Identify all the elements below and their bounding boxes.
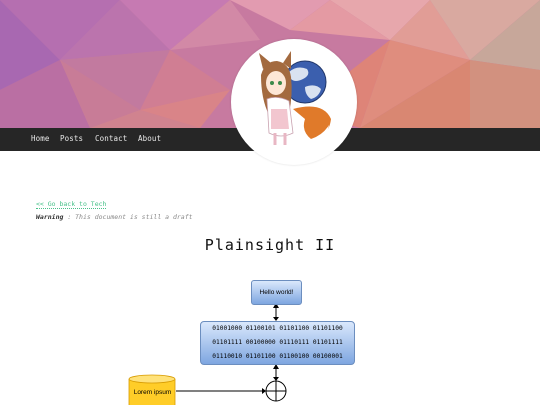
nav-posts-link[interactable]: Posts <box>60 134 83 143</box>
cylinder-label: Lorem ipsum <box>133 389 172 396</box>
binary-line: 01101111 00100000 01110111 01101111 <box>212 339 343 346</box>
nav-contact-link[interactable]: Contact <box>95 134 127 143</box>
avatar[interactable] <box>231 39 357 165</box>
nav-about-link[interactable]: About <box>138 134 161 143</box>
firefox-fox-girl-avatar-icon <box>259 51 331 145</box>
binary-node: 01001000 01100101 01101100 01101100 0110… <box>200 321 355 365</box>
page-title: Plainsight II <box>204 236 336 254</box>
warning-label: Warning <box>36 213 64 221</box>
nav-home-link[interactable]: Home <box>31 134 49 143</box>
warning-text: : This document is still a draft <box>63 213 193 221</box>
binary-line: 01110010 01101100 01100100 00100001 <box>212 353 343 360</box>
binary-line: 01001000 01100101 01101100 01101100 <box>212 325 343 332</box>
draft-warning: Warning : This document is still a draft <box>36 213 193 221</box>
hello-world-node: Hello world! <box>251 280 302 305</box>
back-to-tech-link[interactable]: << Go back to Tech <box>36 200 107 209</box>
hello-world-label: Hello world! <box>259 289 294 296</box>
